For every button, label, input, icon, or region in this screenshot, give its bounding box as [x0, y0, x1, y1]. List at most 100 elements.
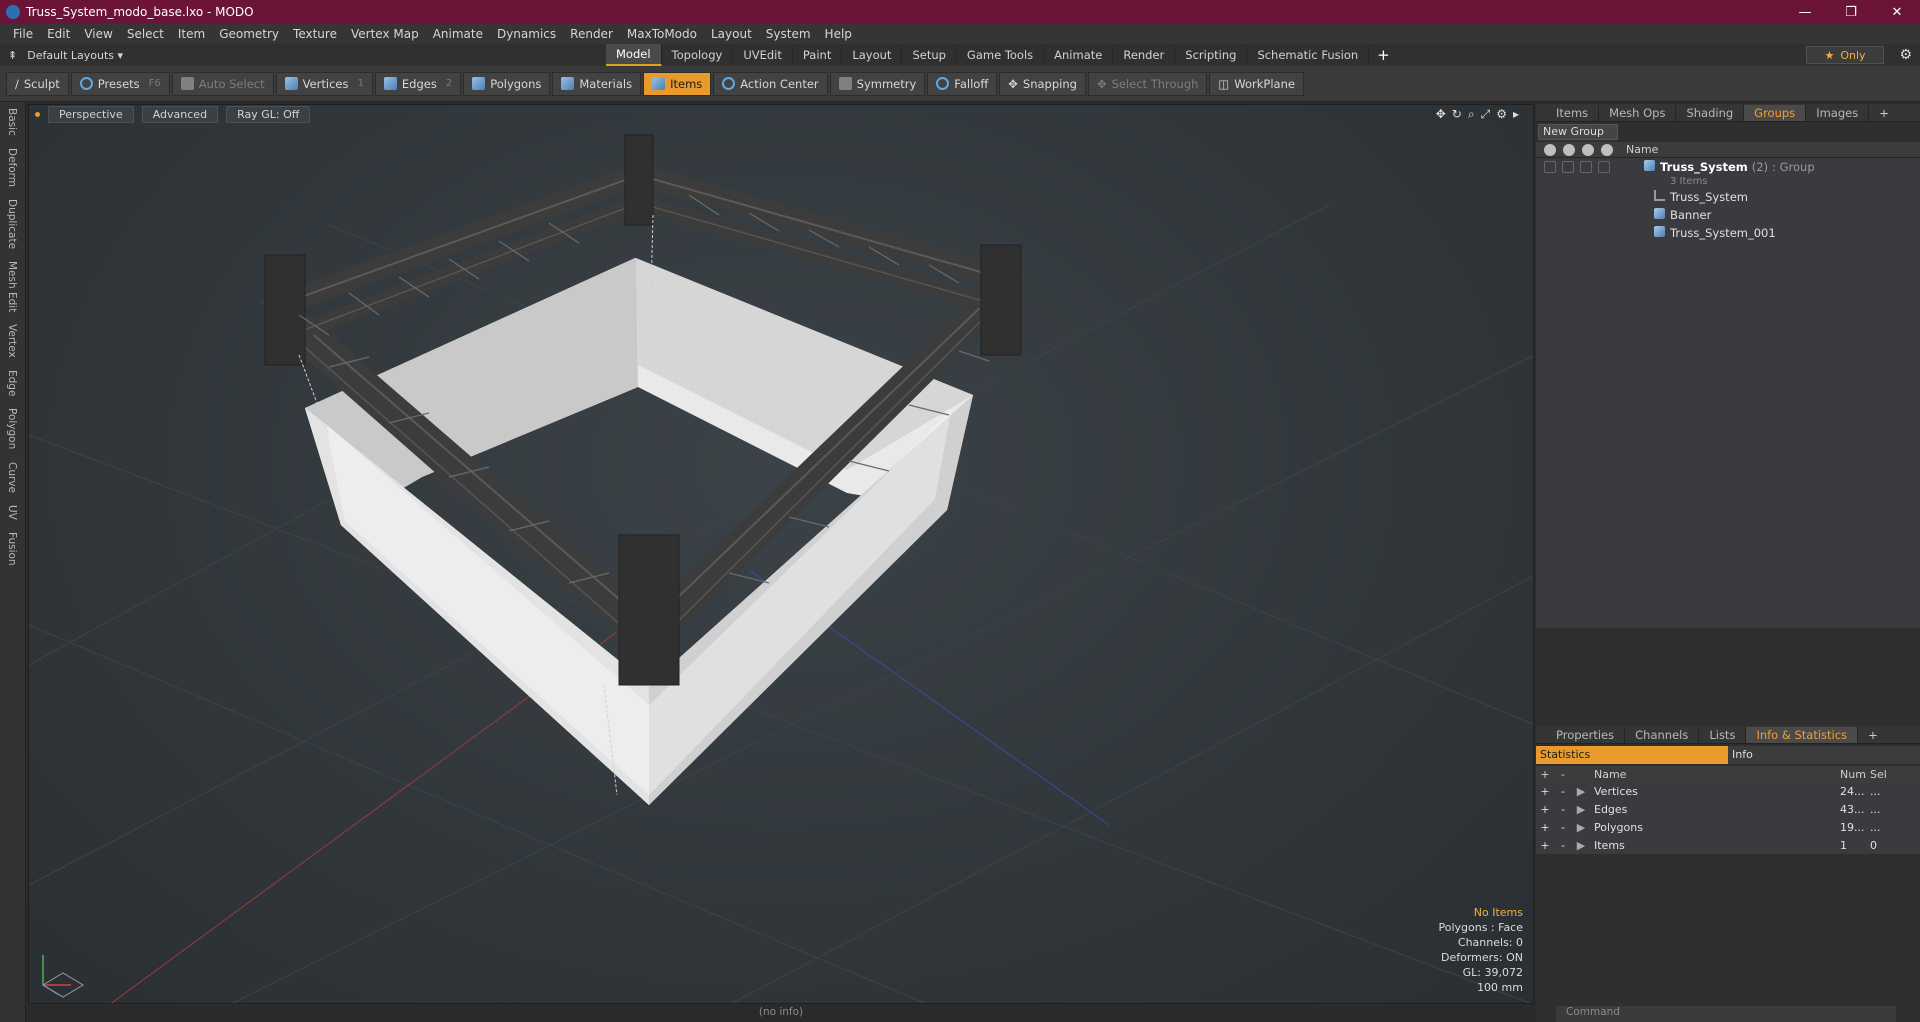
table-row[interactable]: + - ▶ Items 1 0 — [1536, 836, 1920, 854]
select-icon[interactable] — [1601, 143, 1613, 156]
menu-item[interactable]: Item — [171, 27, 212, 41]
lock-toggle[interactable] — [1580, 161, 1592, 173]
tab-channels[interactable]: Channels — [1625, 726, 1700, 743]
visibility-toggle[interactable] — [1544, 161, 1556, 173]
menu-system[interactable]: System — [759, 27, 818, 41]
side-tab-polygon[interactable]: Polygon — [6, 402, 18, 455]
tab-statistics[interactable]: Statistics — [1536, 746, 1728, 764]
add-tab-icon[interactable]: + — [1369, 46, 1398, 64]
tab-properties[interactable]: Properties — [1546, 726, 1626, 743]
falloff-button[interactable]: Falloff — [927, 71, 998, 96]
side-tab-edge[interactable]: Edge — [6, 364, 18, 402]
table-row[interactable]: + - ▶ Edges 43... ... — [1536, 800, 1920, 818]
side-tab-mesh-edit[interactable]: Mesh Edit — [6, 255, 18, 318]
tab-setup[interactable]: Setup — [902, 45, 957, 65]
lock-icon[interactable] — [1582, 143, 1594, 156]
remove-selection-button[interactable]: - — [1554, 785, 1572, 798]
select-through-button[interactable]: ✥ Select Through — [1087, 71, 1208, 96]
snapping-button[interactable]: ✥ Snapping — [999, 71, 1086, 96]
tab-game-tools[interactable]: Game Tools — [957, 45, 1045, 65]
remove-column-icon[interactable]: - — [1554, 768, 1572, 781]
tree-item-truss-system-001[interactable]: Truss_System_001 — [1536, 224, 1920, 242]
side-tab-curve[interactable]: Curve — [6, 456, 18, 499]
menu-layout[interactable]: Layout — [704, 27, 759, 41]
add-panel-tab-icon[interactable]: + — [1869, 105, 1899, 121]
tab-info-statistics[interactable]: Info & Statistics — [1746, 726, 1859, 743]
tab-groups[interactable]: Groups — [1744, 104, 1807, 121]
tree-item-truss-system[interactable]: Truss_System — [1536, 188, 1920, 206]
action-center-button[interactable]: Action Center — [713, 71, 828, 96]
menu-geometry[interactable]: Geometry — [212, 27, 286, 41]
tab-info[interactable]: Info — [1728, 746, 1920, 764]
add-selection-button[interactable]: + — [1536, 785, 1554, 798]
remove-selection-button[interactable]: - — [1554, 821, 1572, 834]
tab-schematic-fusion[interactable]: Schematic Fusion — [1247, 45, 1370, 65]
tree-item-banner[interactable]: Banner — [1536, 206, 1920, 224]
tab-topology[interactable]: Topology — [662, 45, 734, 65]
menu-edit[interactable]: Edit — [40, 27, 77, 41]
presets-button[interactable]: Presets F6 — [70, 71, 170, 96]
tab-paint[interactable]: Paint — [793, 45, 843, 65]
table-row[interactable]: + - ▶ Vertices 24... ... — [1536, 782, 1920, 800]
symmetry-button[interactable]: Symmetry — [829, 71, 926, 96]
eye-icon[interactable] — [1544, 143, 1556, 156]
polygons-button[interactable]: Polygons — [463, 71, 551, 96]
tab-render[interactable]: Render — [1113, 45, 1176, 65]
expand-arrow-icon[interactable]: ▶ — [1572, 839, 1590, 852]
new-group-button[interactable]: New Group — [1538, 124, 1618, 140]
side-tab-deform[interactable]: Deform — [6, 142, 18, 193]
close-button[interactable]: ✕ — [1874, 5, 1920, 20]
table-row[interactable]: + - ▶ Polygons 19... ... — [1536, 818, 1920, 836]
vertices-button[interactable]: Vertices 1 — [275, 71, 373, 96]
group-row[interactable]: Truss_System (2) : Group — [1536, 158, 1920, 176]
menu-vertex-map[interactable]: Vertex Map — [344, 27, 426, 41]
side-tab-duplicate[interactable]: Duplicate — [6, 193, 18, 255]
add-selection-button[interactable]: + — [1536, 839, 1554, 852]
tab-scripting[interactable]: Scripting — [1175, 45, 1248, 65]
tab-items[interactable]: Items — [1546, 104, 1600, 121]
add-selection-button[interactable]: + — [1536, 803, 1554, 816]
tab-model[interactable]: Model — [606, 44, 662, 66]
only-button[interactable]: ★ Only — [1806, 46, 1884, 64]
name-column-header[interactable]: Name — [1622, 143, 1658, 156]
gear-icon[interactable]: ⚙ — [1899, 47, 1912, 63]
remove-selection-button[interactable]: - — [1554, 839, 1572, 852]
items-button[interactable]: Items — [643, 71, 712, 96]
tab-mesh-ops[interactable]: Mesh Ops — [1599, 104, 1677, 121]
menu-animate[interactable]: Animate — [426, 27, 490, 41]
render-toggle[interactable] — [1562, 161, 1574, 173]
select-toggle[interactable] — [1598, 161, 1610, 173]
tab-lists[interactable]: Lists — [1699, 726, 1747, 743]
tab-images[interactable]: Images — [1806, 104, 1870, 121]
command-input[interactable]: Command — [1556, 1006, 1896, 1022]
expand-arrow-icon[interactable]: ▶ — [1572, 785, 1590, 798]
workplane-button[interactable]: ◫ WorkPlane — [1209, 71, 1304, 96]
materials-button[interactable]: Materials — [552, 71, 642, 96]
edges-button[interactable]: Edges 2 — [374, 71, 462, 96]
minimize-button[interactable]: — — [1782, 5, 1828, 20]
expand-arrow-icon[interactable]: ▶ — [1572, 803, 1590, 816]
tab-uvedit[interactable]: UVEdit — [733, 45, 793, 65]
menu-help[interactable]: Help — [818, 27, 859, 41]
expand-icon[interactable]: ⇞ — [8, 49, 17, 62]
side-tab-uv[interactable]: UV — [6, 499, 18, 526]
render-icon[interactable] — [1563, 143, 1575, 156]
tab-layout[interactable]: Layout — [842, 45, 903, 65]
tab-shading[interactable]: Shading — [1676, 104, 1745, 121]
menu-maxtomodo[interactable]: MaxToModo — [620, 27, 704, 41]
menu-dynamics[interactable]: Dynamics — [490, 27, 563, 41]
auto-select-button[interactable]: Auto Select — [171, 71, 274, 96]
menu-select[interactable]: Select — [120, 27, 171, 41]
menu-file[interactable]: File — [6, 27, 40, 41]
add-panel-tab-icon[interactable]: + — [1858, 727, 1888, 743]
menu-texture[interactable]: Texture — [286, 27, 344, 41]
maximize-button[interactable]: ❐ — [1828, 5, 1874, 20]
layout-dropdown[interactable]: ⇞ Default Layouts ▾ — [8, 49, 148, 62]
menu-view[interactable]: View — [77, 27, 119, 41]
side-tab-fusion[interactable]: Fusion — [6, 526, 18, 572]
sculpt-button[interactable]: ∕ Sculpt — [6, 71, 69, 96]
3d-viewport[interactable]: Perspective Advanced Ray GL: Off ✥ ↻ ⌕ ⤢… — [28, 104, 1534, 1004]
menu-render[interactable]: Render — [563, 27, 620, 41]
expand-arrow-icon[interactable]: ▶ — [1572, 821, 1590, 834]
tab-animate[interactable]: Animate — [1044, 45, 1114, 65]
